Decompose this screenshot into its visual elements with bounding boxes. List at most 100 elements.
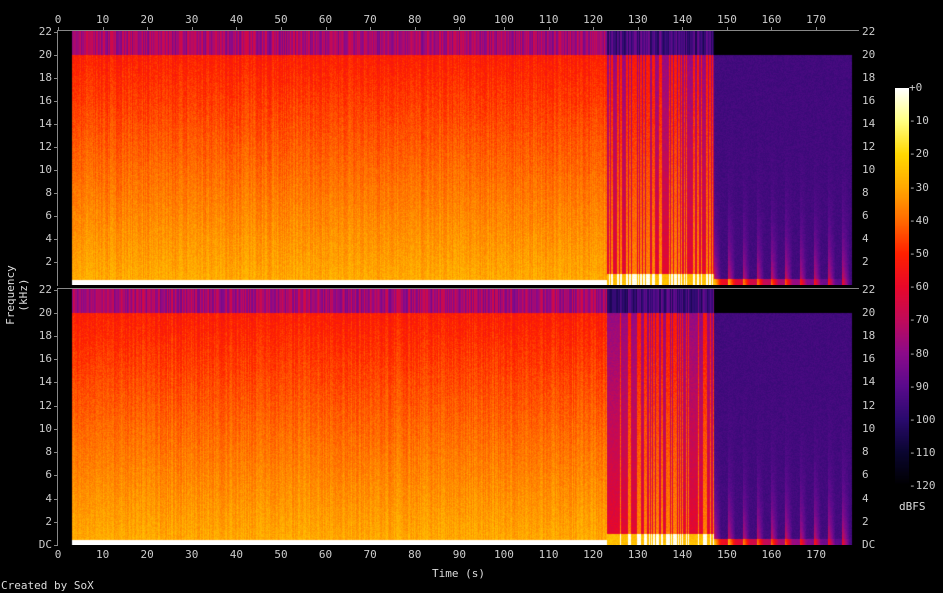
y-tick-label-right: 18 (862, 70, 876, 84)
y-tick-mark (54, 170, 57, 171)
y-tick-mark (54, 313, 57, 314)
y-tick-label-right: 10 (862, 421, 876, 435)
y-tick-label-right: 6 (862, 208, 869, 222)
x-tick-mark (192, 27, 193, 30)
y-tick-label-left: 16 (38, 93, 52, 107)
colorbar-tick-label: -110 (909, 446, 936, 460)
x-tick-mark (281, 27, 282, 30)
y-tick-label-left: 18 (38, 70, 52, 84)
y-tick-mark (54, 545, 57, 546)
x-tick-label-top: 20 (140, 13, 154, 26)
y-tick-label-right: 14 (862, 116, 876, 130)
x-tick-label-top: 160 (761, 13, 782, 26)
y-tick-mark (54, 499, 57, 500)
x-tick-label-top: 130 (627, 13, 648, 26)
y-tick-label-left: 10 (38, 421, 52, 435)
y-tick-label-right: 16 (862, 93, 876, 107)
y-tick-mark (54, 78, 57, 79)
y-tick-label-right: DC (862, 538, 876, 551)
y-tick-label-right: 16 (862, 352, 876, 366)
x-tick-mark (504, 27, 505, 30)
x-tick-label-bottom: 70 (363, 548, 377, 561)
y-tick-mark (54, 382, 57, 383)
y-tick-mark (54, 290, 57, 291)
x-tick-mark (370, 27, 371, 30)
x-tick-label-bottom: 100 (493, 548, 514, 561)
y-tick-label-left: 4 (45, 491, 52, 505)
x-tick-mark (103, 27, 104, 30)
y-tick-label-left: 10 (38, 162, 52, 176)
y-tick-mark (54, 406, 57, 407)
y-tick-label-left: DC (38, 538, 52, 551)
y-tick-mark (54, 262, 57, 263)
x-tick-label-top: 90 (452, 13, 466, 26)
colorbar-tick-label: -70 (909, 313, 929, 327)
y-tick-label-left: 22 (38, 24, 52, 38)
y-tick-label-left: 12 (38, 139, 52, 153)
x-tick-label-bottom: 20 (140, 548, 154, 561)
y-tick-mark (54, 147, 57, 148)
colorbar-tick-label: -40 (909, 213, 929, 227)
colorbar-tick-label: -90 (909, 379, 929, 393)
y-tick-mark (54, 55, 57, 56)
x-tick-label-bottom: 50 (274, 548, 288, 561)
y-tick-label-left: 6 (45, 468, 52, 482)
x-tick-label-top: 120 (583, 13, 604, 26)
colorbar-tick-label: -10 (909, 114, 929, 128)
colorbar-tick-label: -30 (909, 180, 929, 194)
x-axis-label: Time (s) (432, 567, 485, 580)
colorbar-tick-label: -100 (909, 413, 936, 426)
colorbar-tick-label: +0 (909, 81, 923, 94)
x-tick-label-top: 100 (493, 13, 514, 26)
x-tick-label-top: 110 (538, 13, 559, 26)
y-tick-mark (54, 193, 57, 194)
y-tick-mark (54, 239, 57, 240)
x-tick-label-bottom: 80 (408, 548, 422, 561)
x-tick-label-top: 40 (229, 13, 243, 26)
x-tick-mark (326, 27, 327, 30)
y-tick-label-left: 16 (38, 352, 52, 366)
x-tick-label-bottom: 40 (229, 548, 243, 561)
x-tick-label-bottom: 10 (95, 548, 110, 561)
y-tick-label-left: 14 (38, 375, 52, 389)
y-tick-mark (54, 216, 57, 217)
colorbar (895, 88, 909, 486)
x-tick-label-top: 170 (806, 13, 827, 26)
x-tick-label-top: 60 (318, 13, 333, 26)
colorbar-tick-label: -50 (909, 247, 929, 260)
x-tick-label-bottom: 170 (806, 548, 827, 561)
colorbar-label: dBFS (899, 500, 926, 513)
x-tick-mark (816, 27, 817, 30)
x-tick-label-top: 70 (363, 13, 377, 26)
x-tick-mark (638, 27, 639, 30)
y-tick-label-left: 14 (38, 116, 52, 130)
y-tick-label-left: 12 (38, 398, 52, 412)
y-tick-label-right: 20 (862, 305, 876, 319)
y-tick-mark (54, 32, 57, 33)
x-tick-label-bottom: 150 (716, 548, 737, 561)
y-tick-mark (54, 475, 57, 476)
y-tick-label-right: 8 (862, 185, 869, 199)
y-axis-label: Frequency (kHz) (4, 265, 30, 325)
x-tick-label-top: 150 (716, 13, 737, 26)
y-tick-label-right: 14 (862, 375, 876, 389)
x-tick-mark (236, 27, 237, 30)
x-tick-label-bottom: 30 (185, 548, 199, 561)
x-tick-mark (771, 27, 772, 30)
y-tick-label-right: 18 (862, 329, 876, 343)
y-tick-label-left: 8 (45, 185, 52, 199)
y-tick-label-right: 12 (862, 398, 876, 412)
y-tick-label-left: 4 (45, 231, 52, 245)
x-tick-mark (415, 27, 416, 30)
x-tick-label-top: 30 (185, 13, 199, 26)
y-tick-mark (54, 452, 57, 453)
x-tick-label-bottom: 130 (627, 548, 648, 561)
y-tick-label-left: 8 (45, 445, 52, 459)
y-tick-label-left: 6 (45, 208, 52, 222)
x-tick-mark (549, 27, 550, 30)
y-tick-label-right: 22 (862, 282, 876, 296)
credit-text: Created by SoX (1, 579, 94, 592)
y-tick-label-right: 2 (862, 254, 869, 268)
colorbar-tick-label: -80 (909, 346, 929, 360)
x-tick-mark (682, 27, 683, 30)
